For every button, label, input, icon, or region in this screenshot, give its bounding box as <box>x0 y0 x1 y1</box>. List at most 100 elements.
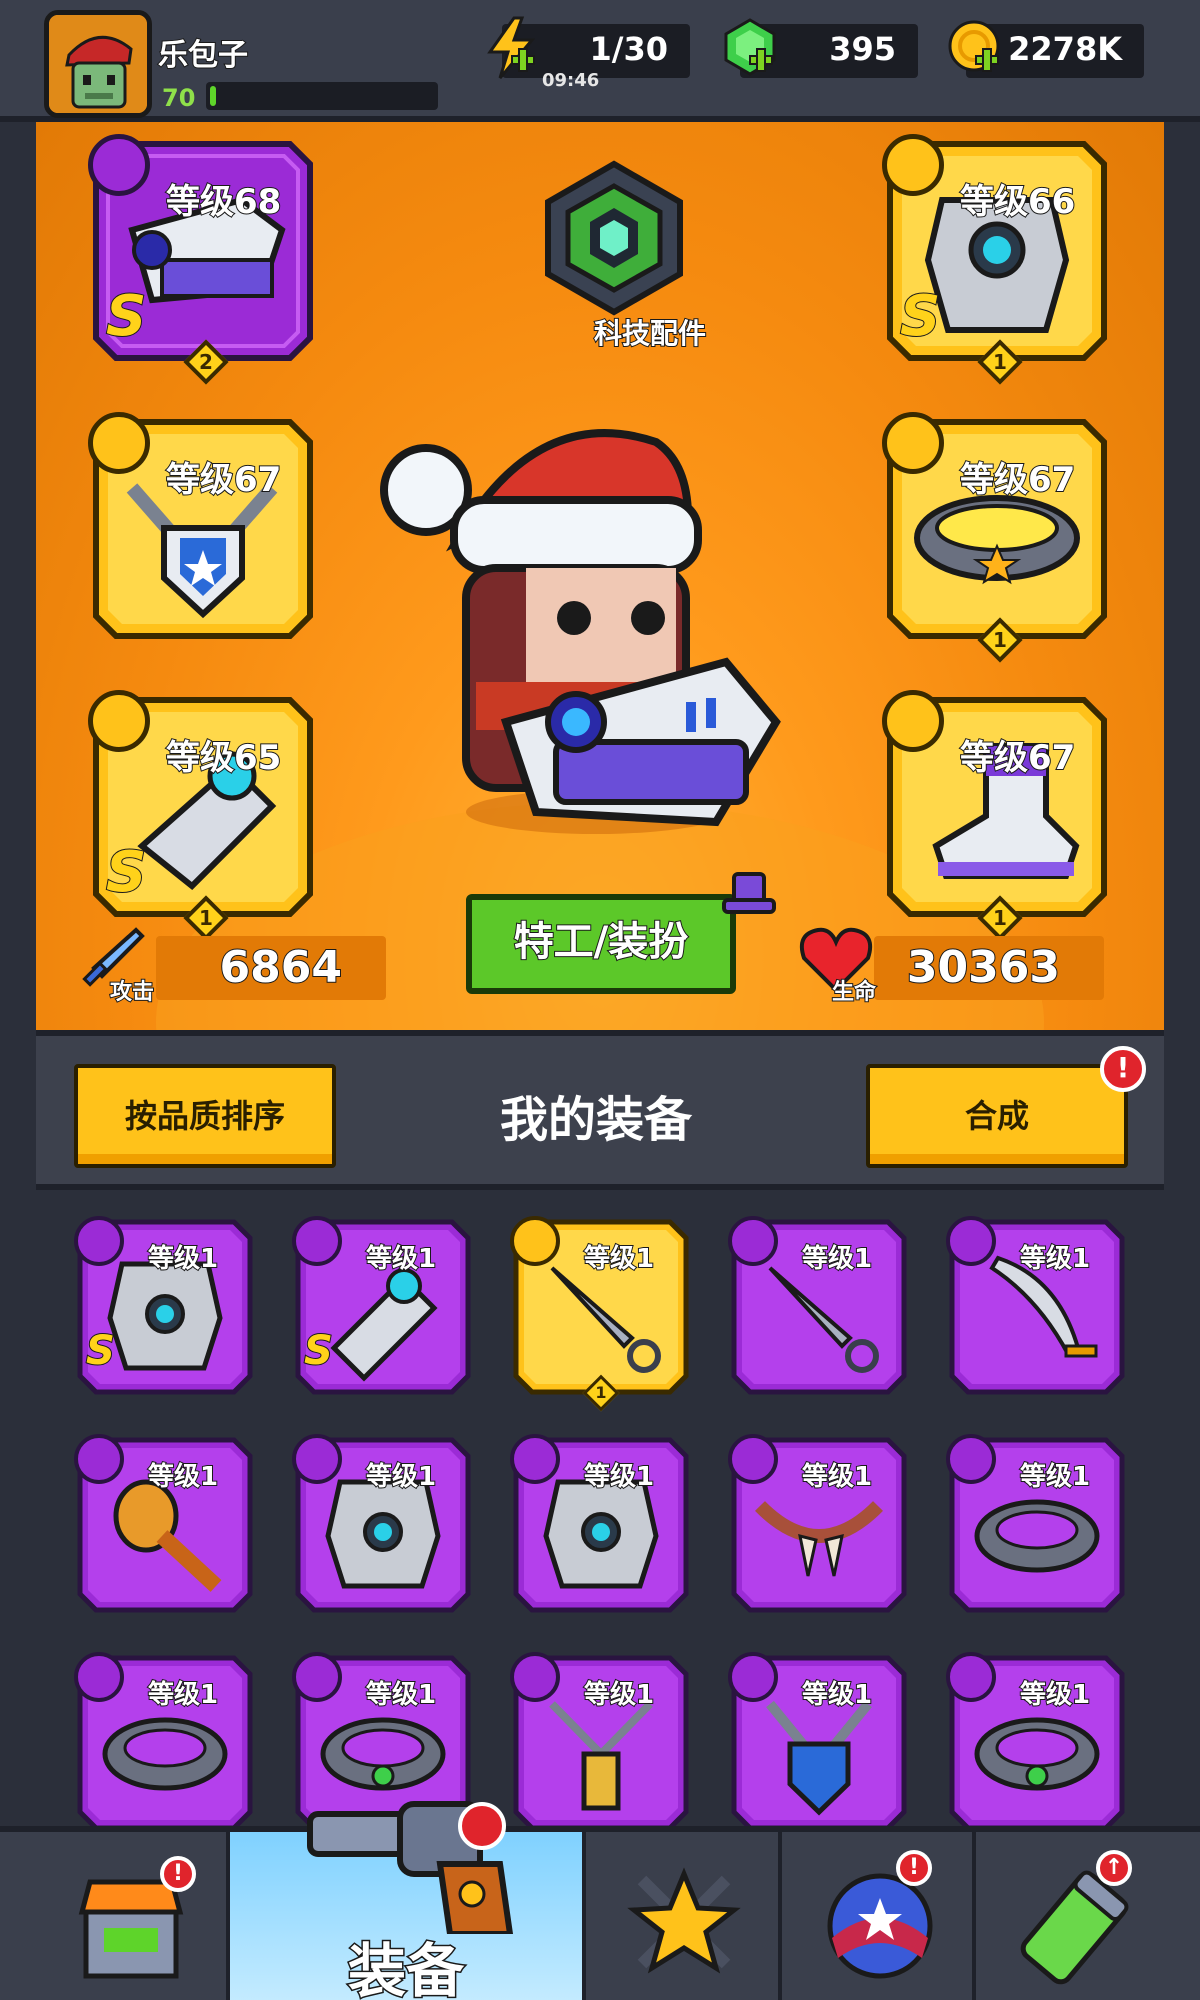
attack-label: 攻击 <box>109 979 155 1006</box>
merge-button[interactable]: 合成 <box>866 1064 1128 1168</box>
merge-alert-badge: ! <box>1100 1046 1146 1092</box>
attack-stat: 6864 <box>156 936 386 1000</box>
item-type-icon <box>74 1434 124 1484</box>
nav-talents[interactable] <box>586 1832 782 2000</box>
top-hat-icon <box>722 872 776 914</box>
nav-challenges[interactable]: ! <box>782 1832 976 2000</box>
item-type-icon <box>74 1216 124 1266</box>
s-rank-badge: S <box>105 839 147 906</box>
xp-bar-fill <box>210 86 216 106</box>
bottom-navigation: ! 装备 ! ↑ <box>0 1801 1200 2000</box>
item-type-icon <box>74 1652 124 1702</box>
attack-value: 6864 <box>219 941 343 994</box>
energy-timer: 09:46 <box>542 70 600 91</box>
weapon-type-icon <box>88 134 150 196</box>
star-orb-icon <box>827 1873 933 1979</box>
nav-shop[interactable]: ! <box>30 1832 230 2000</box>
hero-character[interactable] <box>356 382 836 862</box>
item-level: 等级1 <box>1019 1679 1091 1711</box>
item-type-icon <box>510 1216 560 1266</box>
equipped-armor-slot[interactable]: 等级66 S 1 <box>882 134 1108 385</box>
item-level: 等级1 <box>801 1679 873 1711</box>
necklace-type-icon <box>88 412 150 474</box>
top-bar: 乐包子 70 1/30 09:46 395 2278K <box>0 0 1200 122</box>
coin-icon <box>948 20 1000 72</box>
equipment-item[interactable]: 等级1 <box>946 1652 1126 1826</box>
item-level: 等级1 <box>365 1461 437 1493</box>
item-level: 等级1 <box>365 1243 437 1275</box>
item-level: 等级1 <box>147 1461 219 1493</box>
equipment-item[interactable]: 等级1 S <box>292 1216 472 1396</box>
item-level: 等级1 <box>583 1243 655 1275</box>
equipment-item[interactable]: 等级1 <box>728 1652 908 1826</box>
equipped-boots-slot[interactable]: 等级67 1 <box>882 690 1108 941</box>
hero-area: 科技配件 等级68 S 2 等级67 等级65 S 1 等级66 S 1 等级6… <box>36 122 1164 1030</box>
energy-icon <box>487 16 536 79</box>
evolution-upgrade-badge: ↑ <box>1096 1850 1132 1886</box>
sort-by-quality-button[interactable]: 按品质排序 <box>74 1064 336 1168</box>
equipment-item[interactable]: 等级1 <box>74 1652 254 1826</box>
equipment-item[interactable]: 等级1 <box>510 1434 690 1614</box>
equipment-item[interactable]: 等级1 <box>510 1652 690 1826</box>
item-level: 等级1 <box>365 1679 437 1711</box>
coins-counter[interactable]: 2278K <box>948 20 1144 78</box>
challenges-alert-badge: ! <box>896 1850 932 1886</box>
coins-value: 2278K <box>1008 30 1122 68</box>
item-level: 等级1 <box>1019 1243 1091 1275</box>
item-level: 等级1 <box>147 1243 219 1275</box>
equipment-item[interactable]: 等级1 <box>728 1216 908 1396</box>
nav-evolution[interactable]: ↑ <box>976 1832 1170 2000</box>
equipped-necklace-slot[interactable]: 等级67 <box>88 412 314 640</box>
equipment-item[interactable]: 等级1 <box>946 1216 1126 1396</box>
equipped-gloves-slot[interactable]: 等级65 S 1 <box>88 690 314 941</box>
panel-title: 我的装备 <box>499 1092 692 1148</box>
equipment-item[interactable]: 等级1 <box>728 1434 908 1614</box>
equipped-belt-slot[interactable]: 等级67 1 <box>882 412 1108 663</box>
item-type-icon <box>728 1216 778 1266</box>
item-type-icon <box>510 1434 560 1484</box>
item-type-icon <box>292 1434 342 1484</box>
item-type-icon <box>946 1434 996 1484</box>
item-level: 等级1 <box>583 1461 655 1493</box>
item-type-icon <box>728 1652 778 1702</box>
gem-icon <box>724 18 776 76</box>
slot-level: 等级67 <box>959 459 1076 501</box>
s-rank-badge: S <box>899 283 941 350</box>
slot-level: 等级66 <box>959 181 1076 223</box>
belt-type-icon <box>882 412 944 474</box>
item-type-icon <box>292 1652 342 1702</box>
health-label: 生命 <box>831 979 877 1006</box>
tech-parts-icon[interactable] <box>534 158 694 318</box>
player-name: 乐包子 <box>157 37 249 74</box>
gems-counter[interactable]: 395 <box>724 18 918 78</box>
nav-equipment[interactable]: 装备 <box>230 1801 586 2000</box>
equipped-weapon-slot[interactable]: 等级68 S 2 <box>88 134 314 385</box>
s-rank-badge: S <box>303 1327 334 1375</box>
equipment-alert-badge <box>458 1802 506 1850</box>
equipment-item[interactable]: 等级1 S <box>74 1216 254 1396</box>
health-value: 30363 <box>906 941 1061 994</box>
agent-costume-button[interactable]: 特工/装扮 <box>466 894 736 994</box>
item-type-icon <box>946 1216 996 1266</box>
equipment-item[interactable]: 等级1 <box>946 1434 1126 1614</box>
item-type-icon <box>946 1652 996 1702</box>
tech-parts-label: 科技配件 <box>593 316 707 351</box>
equipment-item[interactable]: 等级1 1 <box>510 1216 690 1412</box>
player-level: 70 <box>162 84 196 112</box>
player-avatar[interactable] <box>44 10 152 118</box>
boots-type-icon <box>882 690 944 752</box>
item-level: 等级1 <box>147 1679 219 1711</box>
slot-level: 等级65 <box>165 737 282 779</box>
item-type-icon <box>292 1216 342 1266</box>
slot-level: 等级67 <box>165 459 282 501</box>
equipment-item[interactable]: 等级1 <box>292 1434 472 1614</box>
gloves-type-icon <box>88 690 150 752</box>
nav-equipment-label: 装备 <box>346 1936 465 2000</box>
health-stat: 30363 <box>874 936 1104 1000</box>
slot-level: 等级67 <box>959 737 1076 779</box>
s-rank-badge: S <box>85 1327 116 1375</box>
xp-bar <box>206 82 438 110</box>
energy-value: 1/30 <box>589 30 668 68</box>
item-type-icon <box>728 1434 778 1484</box>
equipment-item[interactable]: 等级1 <box>74 1434 254 1614</box>
